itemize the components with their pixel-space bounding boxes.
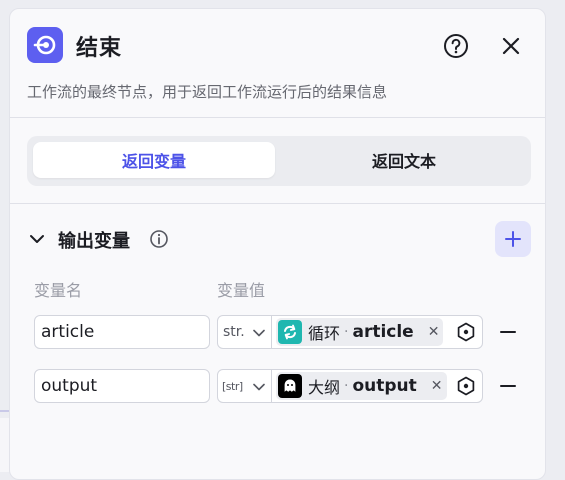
tab-return-text[interactable]: 返回文本 (283, 142, 525, 178)
variable-name-input[interactable] (34, 369, 210, 403)
variable-value-field: str. 循环 · article ✕ (217, 315, 483, 349)
reference-separator: · (344, 378, 349, 394)
loop-icon (278, 320, 302, 344)
help-icon[interactable] (443, 33, 469, 59)
reference-separator: · (344, 324, 349, 340)
close-icon[interactable] (500, 35, 522, 57)
chevron-down-icon (253, 329, 265, 337)
info-icon[interactable] (149, 229, 169, 249)
reference-node-name: 大纲 (308, 378, 341, 397)
chevron-down-icon (253, 383, 265, 391)
add-variable-button[interactable] (495, 221, 531, 257)
type-label: str. (223, 324, 245, 340)
variable-reference-tag: 大纲 · output ✕ (276, 372, 447, 400)
section-title: 输出变量 (58, 231, 130, 252)
reference-variable-name: output (352, 376, 417, 396)
reference-node-name: 循环 (308, 324, 341, 343)
tab-return-variables[interactable]: 返回变量 (33, 142, 275, 178)
variable-name-input[interactable] (34, 315, 210, 349)
variable-reference-tag: 循环 · article ✕ (276, 318, 444, 346)
reference-variable-name: article (352, 322, 414, 342)
panel-header: 结束 工作流的最终节点，用于返回工作流运行后的结果信息 (10, 9, 545, 117)
type-select[interactable]: [str] (218, 370, 272, 402)
divider (10, 203, 545, 204)
ghost-icon (278, 374, 302, 398)
clear-reference-icon[interactable]: ✕ (431, 378, 443, 394)
node-description: 工作流的最终节点，用于返回工作流运行后的结果信息 (27, 83, 388, 101)
column-label-name: 变量名 (34, 281, 83, 300)
variable-picker-icon[interactable] (456, 322, 476, 342)
type-select[interactable]: str. (218, 316, 272, 348)
remove-variable-button[interactable] (499, 323, 517, 341)
plus-icon (505, 231, 521, 247)
end-node-panel: 结束 工作流的最终节点，用于返回工作流运行后的结果信息 返回变量 返回文本 输出… (9, 8, 546, 480)
clear-reference-icon[interactable]: ✕ (428, 324, 440, 340)
end-node-icon (27, 27, 63, 63)
divider (10, 117, 545, 118)
page-title: 结束 (76, 36, 123, 61)
type-label: [str] (222, 379, 243, 393)
collapse-chevron-icon[interactable] (27, 229, 47, 249)
variable-value-field: [str] 大纲 · output ✕ (217, 369, 483, 403)
remove-variable-button[interactable] (499, 377, 517, 395)
column-label-value: 变量值 (217, 281, 266, 300)
variable-picker-icon[interactable] (456, 376, 476, 396)
return-mode-tabs: 返回变量 返回文本 (27, 136, 531, 186)
